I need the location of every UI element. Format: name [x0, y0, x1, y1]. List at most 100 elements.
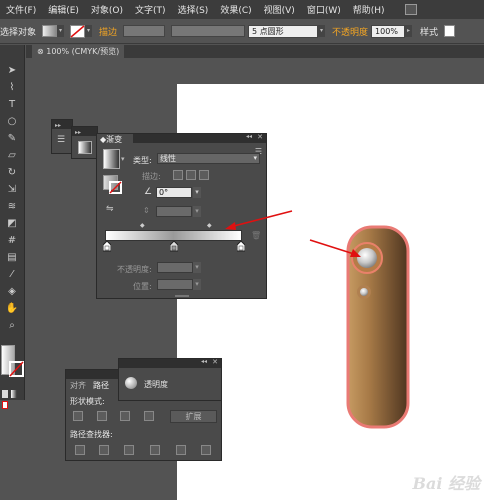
- panel-resize-grip[interactable]: [175, 295, 189, 297]
- gradient-panel-icon[interactable]: [78, 141, 92, 154]
- collapse-arrows-icon[interactable]: ▸▸: [72, 129, 81, 136]
- reverse-gradient-icon[interactable]: ⇋: [106, 204, 114, 214]
- menu-help[interactable]: 帮助(H): [347, 3, 391, 16]
- menu-file[interactable]: 文件(F): [0, 3, 42, 16]
- lasso-tool-icon[interactable]: ⌇: [5, 82, 19, 94]
- collapsed-panel-dock: ▸▸ ☰: [51, 119, 73, 154]
- stroke-weight-field[interactable]: [123, 25, 166, 37]
- color-stop-left[interactable]: [103, 241, 111, 252]
- minus-front-icon[interactable]: [97, 411, 107, 421]
- expand-button[interactable]: 扩展: [170, 410, 217, 423]
- gradient-preset-dropdown-icon[interactable]: ▾: [121, 155, 125, 163]
- stroke-label: 描边:: [142, 172, 161, 181]
- tab-align[interactable]: 对齐: [70, 380, 86, 392]
- collapse-arrows-icon[interactable]: ◂◂: [246, 133, 252, 140]
- trim-icon[interactable]: [99, 445, 109, 455]
- gradient-tool-icon[interactable]: ▤: [5, 252, 19, 264]
- scale-tool-icon[interactable]: ⇲: [5, 184, 19, 196]
- warp-tool-icon[interactable]: ≋: [5, 201, 19, 213]
- eyedropper-tool-icon[interactable]: ⁄: [5, 269, 19, 281]
- brush-field[interactable]: 5 点圆形: [248, 24, 319, 38]
- stroke-along-icon[interactable]: [186, 170, 196, 180]
- aspect-dropdown-icon[interactable]: ▾: [193, 206, 201, 217]
- merge-icon[interactable]: [124, 445, 134, 455]
- menu-type[interactable]: 文字(T): [129, 3, 172, 16]
- type-tool-icon[interactable]: T: [5, 99, 19, 111]
- opacity-dropdown-icon[interactable]: ▾: [193, 262, 201, 273]
- stroke-none-swatch[interactable]: [70, 24, 86, 38]
- menu-effect[interactable]: 效果(C): [214, 3, 257, 16]
- workspace-switcher-icon[interactable]: [404, 4, 417, 15]
- chevron-down-icon: ▾: [253, 154, 257, 162]
- shape-builder-tool-icon[interactable]: ◩: [5, 218, 19, 230]
- tab-pathfinder[interactable]: 路径: [90, 380, 118, 392]
- close-icon[interactable]: ✕: [212, 358, 218, 366]
- midpoint-diamond-icon[interactable]: ◆: [207, 222, 212, 229]
- menu-object[interactable]: 对象(O): [85, 3, 129, 16]
- menu-select[interactable]: 选择(S): [172, 3, 215, 16]
- menu-window[interactable]: 窗口(W): [301, 3, 347, 16]
- rotate-tool-icon[interactable]: ↻: [5, 167, 19, 179]
- aspect-ratio-field[interactable]: [156, 206, 192, 217]
- transparency-icon[interactable]: [125, 377, 137, 389]
- ellipse-tool-icon[interactable]: ○: [5, 116, 19, 128]
- divide-icon[interactable]: [75, 445, 85, 455]
- stroke-across-icon[interactable]: [199, 170, 209, 180]
- style-swatch[interactable]: [444, 25, 456, 37]
- midpoint-diamond-icon[interactable]: ◆: [140, 222, 145, 229]
- watermark-logo: Bai 经验: [412, 474, 480, 493]
- pencil-tool-icon[interactable]: ✎: [5, 133, 19, 145]
- menu-edit[interactable]: 编辑(E): [42, 3, 85, 16]
- menu-icon[interactable]: ☰: [57, 135, 68, 145]
- gradient-icon[interactable]: [10, 390, 17, 398]
- stop-position-field[interactable]: [157, 279, 193, 290]
- none-icon[interactable]: [2, 401, 8, 409]
- stop-opacity-field[interactable]: [157, 262, 193, 273]
- panel-header: ▸▸: [52, 120, 72, 129]
- color-stop-right[interactable]: [237, 241, 245, 252]
- shape-modes-label: 形状模式:: [70, 397, 105, 406]
- collapse-arrows-icon[interactable]: ◂◂: [201, 358, 207, 365]
- menu-bar: 文件(F) 编辑(E) 对象(O) 文字(T) 选择(S) 效果(C) 视图(V…: [0, 0, 484, 19]
- variable-width-field[interactable]: [171, 25, 246, 37]
- stroke-within-icon[interactable]: [173, 170, 183, 180]
- stroke-dropdown-icon[interactable]: ▾: [85, 25, 93, 37]
- selection-tool-icon[interactable]: ➤: [5, 65, 19, 77]
- mesh-tool-icon[interactable]: #: [5, 235, 19, 247]
- menu-view[interactable]: 视图(V): [258, 3, 301, 16]
- gradient-preview-swatch[interactable]: [103, 149, 120, 169]
- angle-field[interactable]: 0°: [156, 187, 192, 198]
- color-stop-mid[interactable]: [170, 241, 178, 252]
- color-icon[interactable]: [2, 390, 8, 398]
- stroke-none-small-swatch[interactable]: [109, 181, 122, 194]
- collapse-arrows-icon[interactable]: ▸▸: [52, 122, 61, 129]
- stroke-label[interactable]: 描边: [99, 25, 117, 38]
- intersect-icon[interactable]: [120, 411, 130, 421]
- unite-icon[interactable]: [73, 411, 83, 421]
- angle-dropdown-icon[interactable]: ▾: [193, 187, 201, 198]
- blend-tool-icon[interactable]: ◈: [5, 286, 19, 298]
- outline-icon[interactable]: [176, 445, 186, 455]
- close-icon[interactable]: ✕: [257, 133, 263, 141]
- opacity-label[interactable]: 不透明度: [332, 25, 368, 38]
- hand-tool-icon[interactable]: ✋: [5, 303, 19, 315]
- opacity-dropdown-icon[interactable]: ▸: [405, 25, 413, 37]
- position-dropdown-icon[interactable]: ▾: [193, 279, 201, 290]
- gradient-type-select[interactable]: 线性 ▾: [157, 153, 260, 164]
- exclude-icon[interactable]: [144, 411, 154, 421]
- brush-dropdown-icon[interactable]: ▾: [318, 25, 326, 37]
- annotation-arrow-knob: [309, 239, 361, 257]
- fill-swatch[interactable]: [42, 25, 58, 37]
- crop-icon[interactable]: [150, 445, 160, 455]
- small-knob[interactable]: [360, 288, 368, 296]
- stroke-color-swatch[interactable]: [9, 361, 24, 377]
- close-icon[interactable]: ⊗: [37, 47, 46, 56]
- opacity-field[interactable]: 100%: [371, 24, 406, 38]
- minus-back-icon[interactable]: [201, 445, 211, 455]
- zoom-tool-icon[interactable]: ⌕: [5, 320, 19, 332]
- gradient-tab[interactable]: ◆渐变: [97, 134, 133, 146]
- tools-panel: ➤ ⌇ T ○ ✎ ▱ ↻ ⇲ ≋ ◩ # ▤ ⁄ ◈ ✋ ⌕: [0, 45, 25, 409]
- document-tab[interactable]: ⊗ 100% (CMYK/预览): [32, 45, 125, 58]
- eraser-tool-icon[interactable]: ▱: [5, 150, 19, 162]
- fill-dropdown-icon[interactable]: ▾: [57, 25, 65, 37]
